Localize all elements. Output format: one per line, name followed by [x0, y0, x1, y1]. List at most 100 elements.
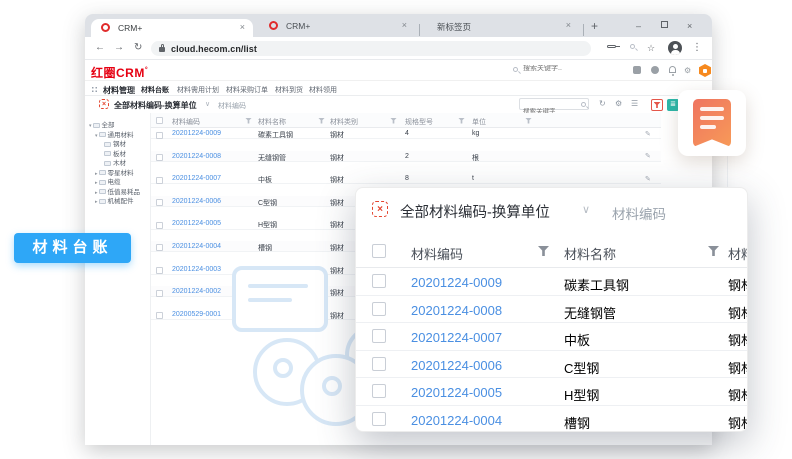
funnel-icon[interactable]: [245, 118, 252, 124]
close-window-button[interactable]: ×: [687, 21, 692, 31]
material-code-link[interactable]: 20201224-0009: [172, 130, 221, 137]
material-code-link[interactable]: 20201224-0007: [411, 330, 502, 345]
tab-crm-2[interactable]: CRM+ ×: [257, 14, 417, 37]
nav-item-demand-plan[interactable]: 材料需用计划: [177, 85, 219, 95]
reload-icon[interactable]: ↻: [134, 42, 142, 53]
tab-crm-active[interactable]: CRM+ ×: [91, 19, 253, 37]
minimize-button[interactable]: –: [636, 21, 641, 31]
material-code-link[interactable]: 20201224-0008: [172, 153, 221, 160]
list-title[interactable]: 全部材料编码-换算单位: [114, 100, 197, 111]
back-icon[interactable]: ←: [95, 42, 105, 53]
row-checkbox[interactable]: [372, 412, 386, 426]
funnel-icon[interactable]: [458, 118, 465, 124]
callout-row[interactable]: 20201224-0004槽钢钢材: [356, 406, 747, 433]
refresh-icon[interactable]: ↻: [599, 99, 606, 108]
gear-icon[interactable]: ⚙: [615, 99, 622, 108]
header-search-input[interactable]: [523, 65, 593, 72]
url-field[interactable]: cloud.hecom.cn/list: [151, 41, 591, 56]
nav-group-label[interactable]: 材料管理: [103, 85, 135, 96]
material-code-link[interactable]: 20201224-0007: [172, 175, 221, 182]
edit-pencil-icon[interactable]: ✎: [645, 152, 651, 160]
material-code-link[interactable]: 20201224-0002: [172, 288, 221, 295]
columns-icon[interactable]: ☰: [631, 99, 638, 108]
new-tab-button[interactable]: +: [591, 19, 598, 33]
zoom-icon[interactable]: [630, 44, 635, 49]
apps-grid-icon[interactable]: [91, 86, 98, 93]
tree-item-steel[interactable]: 钢材: [85, 138, 150, 148]
funnel-icon[interactable]: [708, 246, 719, 256]
menu-dots-icon[interactable]: ⋮: [692, 42, 702, 53]
table-row[interactable]: 20201224-0009碳素工具钢钢材4kg✎: [151, 128, 661, 139]
nav-item-purchase-order[interactable]: 材料采购订单: [226, 85, 268, 95]
tab-close-icon[interactable]: ×: [566, 20, 571, 30]
callout-row[interactable]: 20201224-0006C型钢钢材: [356, 351, 747, 379]
row-checkbox[interactable]: [372, 274, 386, 288]
lock-icon[interactable]: [633, 66, 641, 74]
funnel-icon[interactable]: [318, 118, 325, 124]
forward-icon[interactable]: →: [114, 42, 124, 53]
material-code-link[interactable]: 20201224-0009: [411, 275, 502, 290]
material-code-link[interactable]: 20200529-0001: [172, 311, 221, 318]
tree-item-wood[interactable]: 木材: [85, 157, 150, 167]
profile-avatar[interactable]: [668, 41, 682, 55]
row-checkbox[interactable]: [156, 290, 163, 297]
tree-item-general[interactable]: ▾通用材料: [85, 129, 150, 139]
material-code-link[interactable]: 20201224-0008: [411, 303, 502, 318]
nav-item-requisition[interactable]: 材料领用: [309, 85, 337, 95]
row-checkbox[interactable]: [156, 177, 163, 184]
tree-item-plate[interactable]: 板材: [85, 148, 150, 158]
row-checkbox[interactable]: [372, 329, 386, 343]
table-row[interactable]: 20201224-0008无缝钢管钢材2根✎: [151, 151, 661, 162]
nav-item-arrival[interactable]: 材料到货: [275, 85, 303, 95]
material-code-link[interactable]: 20201224-0005: [411, 385, 502, 400]
tab-new-page[interactable]: 新标签页 ×: [423, 14, 581, 37]
material-code-link[interactable]: 20201224-0004: [411, 413, 502, 428]
user-avatar-badge[interactable]: [699, 64, 711, 77]
funnel-icon[interactable]: [538, 246, 549, 256]
edit-pencil-icon[interactable]: ✎: [645, 130, 651, 138]
nav-item-ledger[interactable]: 材料台账: [141, 85, 169, 95]
filter-button[interactable]: [651, 99, 663, 111]
chevron-down-icon[interactable]: ∨: [205, 100, 210, 108]
row-checkbox[interactable]: [372, 302, 386, 316]
tree-item-machine-parts[interactable]: ▸机械配件: [85, 195, 150, 205]
row-checkbox[interactable]: [156, 222, 163, 229]
list-search[interactable]: [519, 98, 589, 110]
select-all-checkbox[interactable]: [156, 117, 163, 124]
funnel-icon[interactable]: [390, 118, 397, 124]
row-checkbox[interactable]: [372, 384, 386, 398]
row-checkbox[interactable]: [156, 267, 163, 274]
tab-close-icon[interactable]: ×: [240, 22, 245, 32]
material-code-link[interactable]: 20201224-0003: [172, 266, 221, 273]
gear-icon[interactable]: ⚙: [684, 66, 691, 75]
tree-item-misc[interactable]: ▸零星材料: [85, 167, 150, 177]
row-checkbox[interactable]: [156, 199, 163, 206]
material-code-link[interactable]: 20201224-0006: [172, 198, 221, 205]
select-all-checkbox[interactable]: [372, 244, 386, 258]
globe-icon[interactable]: [651, 66, 659, 74]
material-code-link[interactable]: 20201224-0004: [172, 243, 221, 250]
tree-item-all[interactable]: ▾全部: [85, 119, 150, 129]
callout-row[interactable]: 20201224-0007中板钢材: [356, 323, 747, 351]
tree-item-consumables[interactable]: ▸低值易耗品: [85, 186, 150, 196]
row-checkbox[interactable]: [156, 244, 163, 251]
funnel-icon[interactable]: [525, 118, 532, 124]
table-row[interactable]: 20201224-0007中板钢材8t✎: [151, 173, 661, 184]
callout-row[interactable]: 20201224-0009碳素工具钢钢材: [356, 268, 747, 296]
row-checkbox[interactable]: [156, 312, 163, 319]
row-checkbox[interactable]: [372, 357, 386, 371]
material-code-link[interactable]: 20201224-0005: [172, 220, 221, 227]
bell-icon[interactable]: [669, 66, 676, 73]
row-checkbox[interactable]: [156, 154, 163, 161]
callout-row[interactable]: 20201224-0005H型钢钢材: [356, 378, 747, 406]
material-code-link[interactable]: 20201224-0006: [411, 358, 502, 373]
maximize-button[interactable]: [661, 19, 668, 28]
key-icon[interactable]: [607, 45, 616, 48]
header-search[interactable]: [513, 64, 598, 77]
edit-pencil-icon[interactable]: ✎: [645, 175, 651, 183]
tab-close-icon[interactable]: ×: [402, 20, 407, 30]
star-icon[interactable]: ☆: [647, 43, 655, 54]
chevron-down-icon[interactable]: ∨: [582, 203, 590, 216]
tree-item-cable[interactable]: ▸电缆: [85, 176, 150, 186]
row-checkbox[interactable]: [156, 132, 163, 139]
